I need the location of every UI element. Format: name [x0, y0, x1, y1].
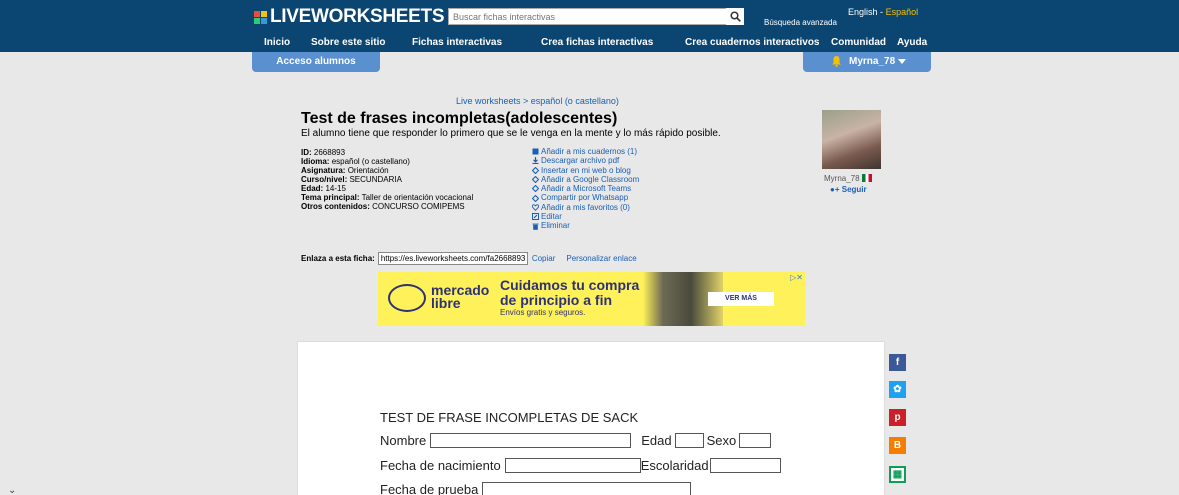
worksheet-link-field[interactable]	[377, 252, 528, 265]
breadcrumb[interactable]: Live worksheets > español (o castellano)	[456, 96, 619, 106]
bell-icon[interactable]	[831, 55, 842, 67]
sexo-label: Sexo	[706, 433, 737, 448]
notebook-icon	[532, 148, 539, 155]
add-user-icon: ●+	[830, 185, 840, 194]
link-label: Enlaza a esta ficha:	[301, 254, 375, 263]
nav-fichas[interactable]: Fichas interactivas	[412, 37, 502, 48]
ad-cta-button[interactable]: VER MÁS	[708, 292, 774, 306]
nav-comunidad[interactable]: Comunidad	[831, 37, 886, 48]
sexo-field[interactable]	[739, 433, 772, 448]
meta-curso: Curso/nivel: SECUNDARIA	[301, 175, 402, 184]
share-icon	[532, 166, 539, 174]
page-description: El alumno tiene que responder lo primero…	[301, 128, 721, 139]
action-embed[interactable]: Insertar en mi web o blog	[532, 166, 639, 175]
fecha-nacimiento-field[interactable]	[504, 458, 641, 473]
customize-link-button[interactable]: Personalizar enlace	[566, 254, 636, 263]
row-nombre: Nombre Edad Sexo	[380, 433, 772, 448]
advertisement-banner[interactable]: mercado libre Cuidamos tu compra de princi…	[378, 272, 805, 326]
nombre-field[interactable]	[430, 433, 632, 448]
meta-tema: Tema principal: Taller de orientación vo…	[301, 193, 474, 202]
meta-otros: Otros contenidos: CONCURSO COMIPEMS	[301, 202, 465, 211]
escolaridad-label: Escolaridad	[640, 458, 709, 473]
fecha-prueba-label: Fecha de prueba	[380, 482, 479, 495]
search-input[interactable]	[448, 8, 744, 25]
handshake-logo-icon	[388, 284, 426, 312]
download-icon	[532, 157, 539, 165]
copy-link-button[interactable]: Copiar	[532, 254, 556, 263]
follow-button[interactable]: ●+ Seguir	[830, 185, 867, 194]
action-add-notebook[interactable]: Añadir a mis cuadernos (1)	[532, 147, 639, 156]
logo-text: LIVEWORKSHEETS	[270, 6, 445, 27]
page-title: Test de frases incompletas(adolescentes)	[301, 110, 618, 127]
nav-crea-cuadernos[interactable]: Crea cuadernos interactivos	[685, 37, 820, 48]
worksheet-actions: Añadir a mis cuadernos (1) Descargar arc…	[532, 147, 639, 231]
link-row: Enlaza a esta ficha: Copiar Personalizar…	[301, 252, 637, 265]
action-microsoft-teams[interactable]: Añadir a Microsoft Teams	[532, 184, 639, 193]
ad-brand: mercado libre	[431, 282, 490, 311]
facebook-share-icon[interactable]: f	[889, 354, 906, 371]
meta-id: ID: 2668893	[301, 148, 346, 157]
share-icon	[532, 185, 539, 193]
author-avatar[interactable]	[822, 110, 881, 169]
chevron-down-icon[interactable]: ⌄	[8, 485, 16, 495]
site-logo[interactable]: LIVEWORKSHEETS	[254, 6, 445, 28]
username-label: Myrna_78	[849, 56, 896, 67]
user-menu-tab[interactable]: Myrna_78	[803, 52, 931, 72]
meta-edad: Edad: 14-15	[301, 184, 346, 193]
sheet-title: TEST DE FRASE INCOMPLETAS DE SACK	[380, 410, 639, 425]
language-switcher: English - Español	[848, 7, 918, 17]
nav-ayuda[interactable]: Ayuda	[897, 37, 927, 48]
nav-inicio[interactable]: Inicio	[264, 37, 290, 48]
action-download-pdf[interactable]: Descargar archivo pdf	[532, 156, 639, 165]
action-whatsapp[interactable]: Compartir por Whatsapp	[532, 193, 639, 202]
row-fecha-prueba: Fecha de prueba	[380, 482, 692, 495]
meta-idioma: Idioma: español (o castellano)	[301, 157, 410, 166]
edad-label: Edad	[641, 433, 672, 448]
heart-icon	[532, 204, 539, 211]
action-google-classroom[interactable]: Añadir a Google Classroom	[532, 175, 639, 184]
top-header: LIVEWORKSHEETS Búsqueda avanzada English…	[0, 0, 1179, 52]
nav-sobre[interactable]: Sobre este sitio	[311, 37, 385, 48]
edad-field[interactable]	[674, 433, 704, 448]
main-nav: Inicio Sobre este sitio Fichas interacti…	[0, 37, 1179, 50]
meta-asignatura: Asignatura: Orientación	[301, 166, 389, 175]
nombre-label: Nombre	[380, 433, 427, 448]
action-favorites[interactable]: Añadir a mis favoritos (0)	[532, 203, 639, 212]
author-name[interactable]: Myrna_78	[824, 174, 872, 183]
advanced-search-link[interactable]: Búsqueda avanzada	[764, 18, 837, 27]
share-icon	[532, 176, 539, 184]
ad-close-icon[interactable]: ▷✕	[790, 273, 803, 282]
search-icon[interactable]	[726, 8, 744, 25]
share-icon	[532, 194, 539, 202]
ad-headline: Cuidamos tu compra de principio a fin	[500, 277, 640, 308]
row-fecha-nacimiento: Fecha de nacimiento Escolaridad	[380, 458, 781, 473]
blogger-share-icon[interactable]: B	[889, 437, 906, 454]
edit-icon	[532, 213, 539, 221]
fecha-nacimiento-label: Fecha de nacimiento	[380, 458, 501, 473]
student-access-tab[interactable]: Acceso alumnos	[252, 52, 380, 72]
worksheet-canvas: TEST DE FRASE INCOMPLETAS DE SACK Nombre…	[297, 341, 885, 495]
escolaridad-field[interactable]	[709, 458, 781, 473]
trash-icon	[532, 223, 539, 230]
pinterest-share-icon[interactable]: p	[889, 409, 906, 426]
fecha-prueba-field[interactable]	[482, 482, 692, 495]
nav-crea-fichas[interactable]: Crea fichas interactivas	[541, 37, 653, 48]
lang-separator: -	[880, 7, 884, 17]
google-classroom-share-icon[interactable]: ▦	[889, 466, 906, 483]
action-delete[interactable]: Eliminar	[532, 221, 639, 230]
lang-spanish-link[interactable]: Español	[886, 7, 919, 17]
logo-mark-icon	[254, 10, 267, 24]
mexico-flag-icon	[861, 174, 872, 182]
chevron-down-icon	[897, 56, 906, 67]
ad-subtext: Envíos gratis y seguros.	[500, 308, 586, 317]
action-edit[interactable]: Editar	[532, 212, 639, 221]
lang-english-link[interactable]: English	[848, 7, 878, 17]
twitter-share-icon[interactable]: ✿	[889, 381, 906, 398]
worksheet-meta: ID: 2668893 Idioma: español (o castellan…	[301, 148, 473, 211]
